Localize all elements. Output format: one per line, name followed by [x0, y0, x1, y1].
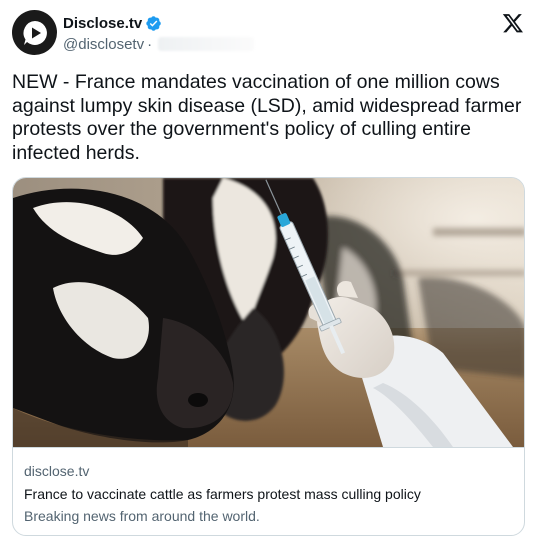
x-logo-icon[interactable] [502, 12, 524, 34]
handle-separator: · [147, 35, 153, 53]
card-domain: disclose.tv [24, 463, 90, 479]
author-display-name[interactable]: Disclose.tv [63, 15, 142, 32]
link-card[interactable]: disclose.tv France to vaccinate cattle a… [12, 177, 525, 536]
author-handle[interactable]: @disclosetv [63, 36, 144, 53]
card-description: Breaking news from around the world. [24, 508, 260, 524]
card-image[interactable] [13, 178, 525, 447]
tweet-text: NEW - France mandates vaccination of one… [12, 71, 522, 164]
author-name-row: Disclose.tv [63, 14, 162, 32]
tweet: Disclose.tv @disclosetv · NEW - France m… [0, 0, 535, 545]
card-meta[interactable]: disclose.tv France to vaccinate cattle a… [13, 447, 524, 535]
redacted-timestamp [158, 37, 255, 51]
avatar[interactable] [12, 10, 57, 55]
card-title[interactable]: France to vaccinate cattle as farmers pr… [24, 486, 421, 502]
verified-badge-icon [146, 15, 161, 31]
disclose-logo-icon [23, 20, 47, 45]
author-handle-row: @disclosetv · [63, 35, 255, 53]
